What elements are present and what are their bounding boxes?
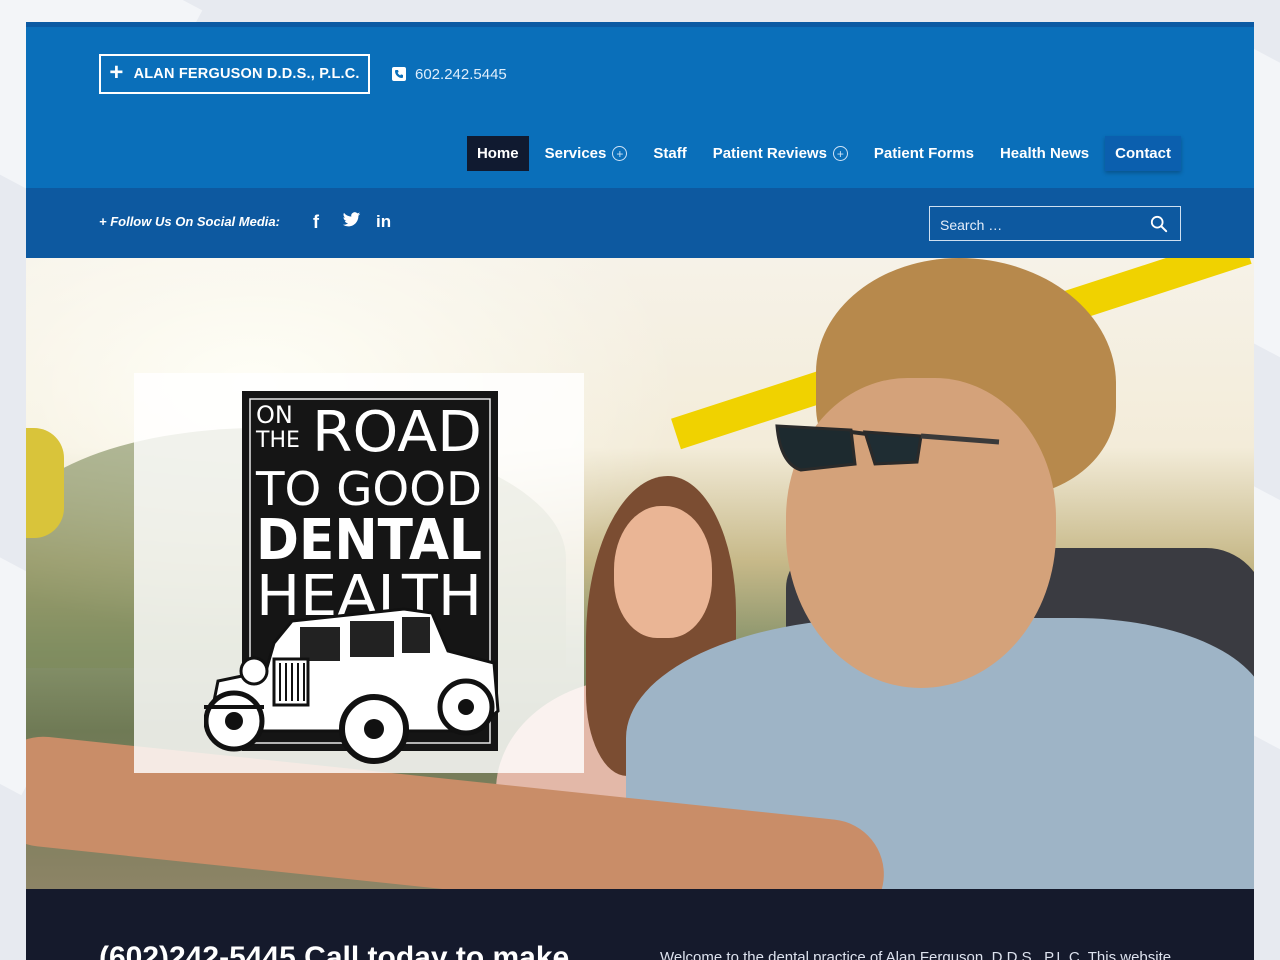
logo-panel: ON THE ROAD TO GOOD DENTAL HEALTH [134, 373, 584, 773]
facebook-icon[interactable]: f [313, 212, 319, 232]
follow-label: + Follow Us On Social Media: [99, 214, 280, 229]
road-to-good-dental-health-logo: ON THE ROAD TO GOOD DENTAL HEALTH [204, 391, 500, 764]
logo-text-the: THE [255, 428, 300, 453]
practice-name-button[interactable]: + ALAN FERGUSON D.D.S., P.L.C. [99, 54, 370, 94]
submenu-plus-icon[interactable]: + [832, 146, 848, 161]
nav-contact[interactable]: Contact [1105, 136, 1181, 171]
phone-icon [392, 67, 406, 81]
sunglasses [775, 424, 1000, 472]
logo-text-on: ON [256, 401, 293, 429]
plus-icon: + [109, 59, 124, 86]
main-navigation: Home Services + Staff Patient Reviews + Pa… [461, 136, 1181, 171]
hero-banner: ON THE ROAD TO GOOD DENTAL HEALTH [26, 258, 1254, 889]
header: + ALAN FERGUSON D.D.S., P.L.C. 602.242.5… [26, 22, 1254, 188]
twitter-icon[interactable] [342, 212, 361, 232]
phone-link[interactable]: 602.242.5445 [392, 64, 507, 84]
welcome-text: Welcome to the dental practice of Alan F… [660, 949, 1172, 960]
nav-contact-label: Contact [1115, 145, 1171, 162]
practice-name: ALAN FERGUSON D.D.S., P.L.C. [133, 66, 360, 82]
call-to-action-heading: (602)242-5445 Call today to make [99, 941, 570, 960]
search-box [929, 206, 1181, 241]
nav-patient-forms-label: Patient Forms [873, 145, 974, 162]
nav-staff-label: Staff [653, 145, 687, 162]
social-bar: + Follow Us On Social Media: f in [26, 188, 1254, 258]
nav-patient-reviews[interactable]: Patient Reviews + [703, 136, 858, 171]
submenu-plus-icon[interactable]: + [612, 146, 628, 161]
hero-photo-mirror [26, 428, 64, 538]
website: + ALAN FERGUSON D.D.S., P.L.C. 602.242.5… [26, 22, 1254, 960]
nav-health-news-label: Health News [999, 145, 1090, 162]
nav-patient-reviews-label: Patient Reviews [712, 145, 827, 162]
logo-text-road: ROAD [312, 400, 482, 465]
nav-services-label: Services [544, 145, 607, 162]
search-input[interactable] [938, 214, 1142, 236]
nav-staff[interactable]: Staff [643, 136, 696, 171]
intro-section: (602)242-5445 Call today to make Welcome… [26, 889, 1254, 960]
linkedin-icon[interactable]: in [376, 212, 391, 232]
nav-patient-forms[interactable]: Patient Forms [864, 136, 984, 171]
search-icon[interactable] [1150, 215, 1168, 233]
hero-photo-woman-face [614, 506, 712, 638]
nav-home[interactable]: Home [466, 136, 529, 171]
nav-health-news[interactable]: Health News [990, 136, 1099, 171]
phone-number: 602.242.5445 [415, 65, 507, 83]
nav-services[interactable]: Services + [535, 136, 638, 171]
nav-home-label: Home [476, 145, 519, 162]
